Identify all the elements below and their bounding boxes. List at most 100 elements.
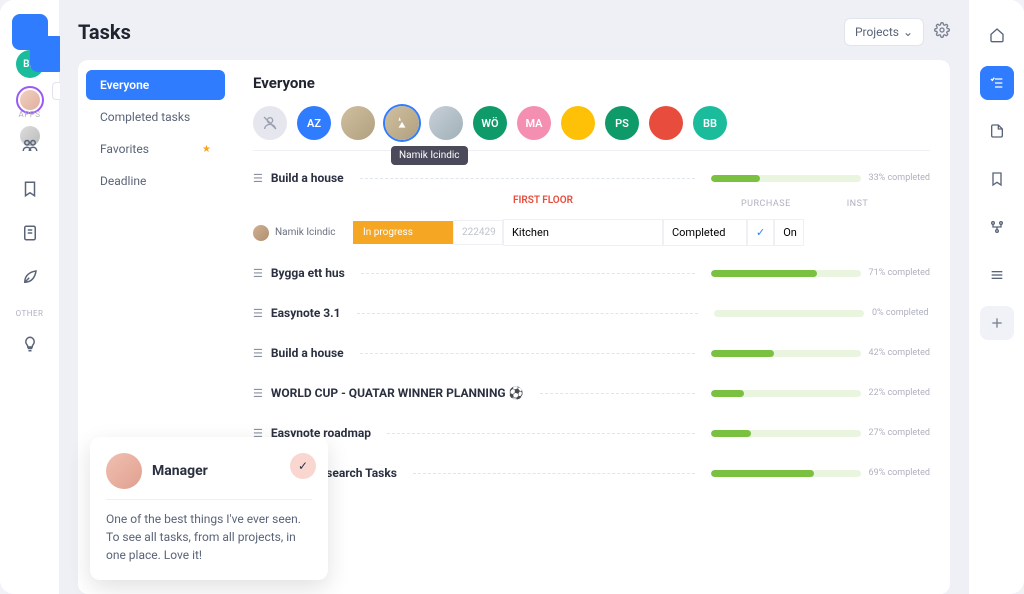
- progress-pct: 22% completed: [869, 388, 930, 398]
- nav-document-icon[interactable]: [12, 215, 48, 251]
- filter-label: Everyone: [100, 78, 149, 92]
- list-icon: ☰: [253, 172, 263, 185]
- verified-check-icon: ✓: [290, 453, 316, 479]
- nav-bulb-icon[interactable]: [12, 326, 48, 362]
- page-title: Tasks: [78, 20, 131, 44]
- bookmark-icon[interactable]: [980, 162, 1014, 196]
- divider: [360, 353, 695, 354]
- divider: [361, 273, 695, 274]
- person-ps[interactable]: PS: [605, 106, 639, 140]
- section-other-label: OTHER: [16, 309, 44, 318]
- right-rail: [968, 0, 1024, 594]
- divider: [360, 178, 695, 179]
- section-apps-label: APPS: [18, 110, 40, 119]
- field-completed[interactable]: Completed: [663, 219, 747, 246]
- filter-label: Deadline: [100, 174, 146, 188]
- check-icon[interactable]: ✓: [747, 219, 774, 246]
- popup-header: Manager ✓: [106, 453, 312, 500]
- progress-pct: 33% completed: [869, 173, 930, 183]
- nav-active-building-icon[interactable]: [12, 14, 48, 50]
- task-row[interactable]: ☰ Build a house 42% completed: [253, 340, 930, 366]
- person-avatar-4[interactable]: [649, 106, 683, 140]
- filter-label: Completed tasks: [100, 110, 190, 124]
- task-block-5: ☰ Easynote roadmap 27% completed: [253, 420, 930, 446]
- progress-bar: [711, 270, 861, 277]
- list-icon: ☰: [253, 347, 263, 360]
- rows-icon[interactable]: [980, 258, 1014, 292]
- star-icon: ★: [202, 144, 211, 155]
- task-row[interactable]: ☰ WORLD CUP - QUATAR WINNER PLANNING ⚽ 2…: [253, 380, 930, 406]
- field-kitchen[interactable]: Kitchen: [503, 219, 663, 246]
- chevron-down-icon: ⌄: [903, 25, 913, 39]
- person-avatar-3[interactable]: [561, 106, 595, 140]
- detail-row: Namik Icindic In progress 222429 Kitchen…: [253, 219, 930, 246]
- person-avatar-1[interactable]: [341, 106, 375, 140]
- divider: [387, 433, 695, 434]
- progress-pct: 27% completed: [869, 428, 930, 438]
- list-icon: ☰: [253, 307, 263, 320]
- nav-team-icon[interactable]: [12, 127, 48, 163]
- person-avatar-2[interactable]: [429, 106, 463, 140]
- popup-avatar: [106, 453, 142, 489]
- task-row[interactable]: ☰ Build a house 33% completed: [253, 165, 930, 191]
- task-name: Easynote 3.1: [271, 306, 341, 320]
- nav-bookmark-icon[interactable]: [12, 171, 48, 207]
- col-first-floor: FIRST FLOOR: [513, 195, 573, 213]
- task-block-2: ☰ Easynote 3.1 0% completed: [253, 300, 930, 326]
- person-bb[interactable]: BB: [693, 106, 727, 140]
- divider: [357, 313, 698, 314]
- popup-role: Manager: [152, 463, 208, 479]
- progress-pct: 0% completed: [872, 308, 930, 318]
- list-icon: ☰: [253, 387, 263, 400]
- people-row: AZ WÖ MA PS BB Namik Icindic: [253, 106, 930, 151]
- progress-fill: [711, 470, 815, 477]
- task-block-0: ☰ Build a house 33% completed FIRST FLOO…: [253, 165, 930, 246]
- code-cell: 222429: [453, 220, 503, 245]
- list-icon: ☰: [253, 267, 263, 280]
- task-block-1: ☰ Bygga ett hus 71% completed: [253, 260, 930, 286]
- task-row[interactable]: ☰ Easynote roadmap 27% completed: [253, 420, 930, 446]
- status-pill[interactable]: In progress: [353, 221, 453, 244]
- task-row[interactable]: ☰ Easynote 3.1 0% completed: [253, 300, 930, 326]
- divider: [413, 473, 695, 474]
- nodes-icon[interactable]: [980, 210, 1014, 244]
- assignee-cell[interactable]: Namik Icindic: [253, 225, 353, 241]
- person-unassigned[interactable]: [253, 106, 287, 140]
- section-title: Everyone: [253, 74, 930, 92]
- person-ma[interactable]: MA: [517, 106, 551, 140]
- filter-favorites[interactable]: Favorites ★: [86, 134, 225, 164]
- task-row[interactable]: ☰ Market Research Tasks 69% completed: [253, 460, 930, 486]
- progress-fill: [711, 270, 818, 277]
- person-tooltip: Namik Icindic: [391, 146, 468, 165]
- progress-bar: [711, 390, 861, 397]
- gear-icon[interactable]: [934, 22, 950, 42]
- progress-bar: [714, 310, 864, 317]
- file-icon[interactable]: [980, 114, 1014, 148]
- mini-avatar: [253, 225, 269, 241]
- testimonial-popup: Manager ✓ One of the best things I've ev…: [90, 437, 328, 580]
- nav-leaf-icon[interactable]: [12, 259, 48, 295]
- task-name: Build a house: [271, 171, 344, 185]
- progress-pct: 71% completed: [869, 268, 930, 278]
- person-avatar-selected[interactable]: [385, 106, 419, 140]
- progress-fill: [711, 350, 774, 357]
- filter-everyone[interactable]: Everyone: [86, 70, 225, 100]
- field-on[interactable]: On: [774, 219, 804, 246]
- person-wo[interactable]: WÖ: [473, 106, 507, 140]
- filter-completed[interactable]: Completed tasks: [86, 102, 225, 132]
- tasks-icon[interactable]: [980, 66, 1014, 100]
- home-icon[interactable]: [980, 18, 1014, 52]
- person-az[interactable]: AZ: [297, 106, 331, 140]
- task-name: Build a house: [271, 346, 344, 360]
- task-name: Bygga ett hus: [271, 266, 345, 280]
- task-block-6: ☰ Market Research Tasks 69% completed: [253, 460, 930, 486]
- progress-bar: [711, 470, 861, 477]
- progress-pct: 69% completed: [869, 468, 930, 478]
- projects-dropdown[interactable]: Projects ⌄: [844, 18, 924, 46]
- filter-deadline[interactable]: Deadline: [86, 166, 225, 196]
- progress-fill: [711, 430, 752, 437]
- filter-label: Favorites: [100, 142, 149, 156]
- add-icon[interactable]: [980, 306, 1014, 340]
- left-rail: BB › APPS OTHER: [0, 0, 60, 594]
- task-row[interactable]: ☰ Bygga ett hus 71% completed: [253, 260, 930, 286]
